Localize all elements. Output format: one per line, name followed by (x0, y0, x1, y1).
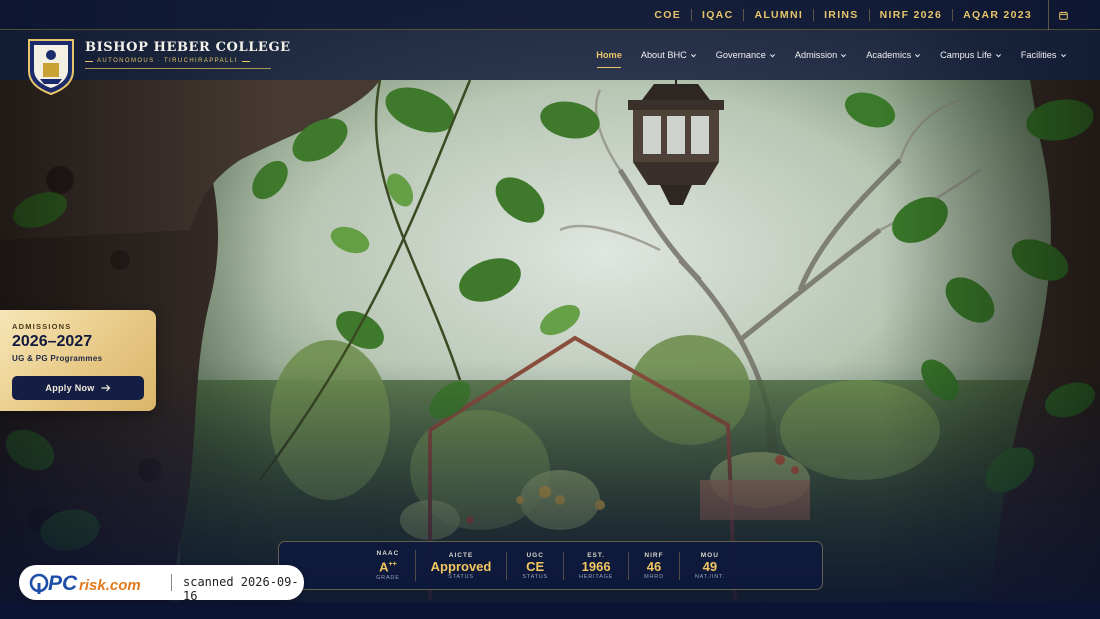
stat-sub: HERITAGE (579, 573, 614, 580)
nav-label: Admission (794, 50, 838, 60)
nav-label: Governance (715, 50, 766, 60)
utility-link-iqac[interactable]: IQAC (692, 9, 745, 21)
stat-label: NIRF (644, 551, 664, 559)
admissions-year: 2026–2027 (12, 333, 93, 350)
college-crest[interactable] (26, 37, 76, 95)
svg-text:risk.com: risk.com (79, 577, 141, 594)
utility-link-alumni[interactable]: ALUMNI (744, 9, 815, 21)
nav-item-campus-life[interactable]: Campus Life (931, 30, 1012, 80)
chevron-down-icon (841, 53, 847, 57)
utility-link-nirf[interactable]: NIRF 2026 (870, 9, 954, 21)
stat-label: NAAC (376, 550, 400, 558)
nav-item-home[interactable]: Home (587, 30, 632, 80)
pcrisk-watermark: PC risk.com scanned 2026-09-16 (19, 565, 304, 603)
pcrisk-logo: PC risk.com (29, 572, 141, 595)
stat-sub: NAT./INT. (694, 573, 725, 580)
stat-value: Approved (430, 558, 492, 574)
apply-now-button[interactable]: Apply Now (12, 376, 144, 400)
main-navbar: Bishop Heber College AUTONOMOUS · TIRUCH… (0, 30, 1100, 95)
stat-label: EST. (587, 551, 605, 559)
nav-label: Facilities (1020, 50, 1057, 60)
stat-value: 46 (646, 558, 662, 574)
stat-label: MOU (700, 551, 719, 559)
nav-label: Home (596, 50, 622, 60)
nav-label: Campus Life (940, 50, 992, 60)
college-subtitle: AUTONOMOUS · TIRUCHIRAPPALLI (85, 58, 271, 69)
utility-bar: COE IQAC ALUMNI IRINS NIRF 2026 AQAR 202… (0, 0, 1100, 30)
stat-mou: MOU 49 NAT./INT. (680, 552, 740, 580)
svg-text:PC: PC (48, 572, 78, 595)
subtitle-text: AUTONOMOUS · TIRUCHIRAPPALLI (97, 58, 238, 64)
watermark-separator (171, 574, 172, 591)
nav-item-facilities[interactable]: Facilities (1011, 30, 1076, 80)
apply-now-label: Apply Now (45, 383, 95, 393)
chevron-down-icon (1060, 53, 1066, 57)
stat-naac: NAAC A++ GRADE (361, 550, 416, 581)
stat-label: AICTE (448, 551, 474, 559)
stat-sub: GRADE (376, 574, 400, 581)
admissions-card: ADMISSIONS 2026–2027 UG & PG Programmes … (0, 310, 156, 411)
utility-links: COE IQAC ALUMNI IRINS NIRF 2026 AQAR 202… (644, 0, 1078, 30)
nav-item-admission[interactable]: Admission (785, 30, 856, 80)
nav-item-academics[interactable]: Academics (857, 30, 931, 80)
stat-value-sup: ++ (388, 561, 397, 569)
subtitle-dash-right (241, 60, 250, 62)
stat-established: EST. 1966 HERITAGE (564, 551, 630, 580)
stat-sub: STATUS (522, 573, 549, 580)
nav-item-governance[interactable]: Governance (706, 30, 785, 80)
stat-sub: MHRD (644, 573, 664, 580)
admissions-label: ADMISSIONS (12, 322, 72, 331)
stat-nirf: NIRF 46 MHRD (629, 551, 680, 580)
utility-link-aqar[interactable]: AQAR 2023 (953, 9, 1042, 21)
stat-sub: STATUS (448, 573, 474, 580)
footer-strip (0, 602, 1100, 619)
chevron-down-icon (915, 53, 921, 57)
stat-value: 1966 (581, 558, 611, 574)
arrow-right-icon (101, 384, 110, 392)
nav-label: About BHC (640, 50, 687, 60)
primary-nav: Home About BHC Governance Admission Acad… (587, 30, 1076, 80)
utility-link-irins[interactable]: IRINS (814, 9, 870, 21)
admissions-programmes: UG & PG Programmes (12, 354, 103, 363)
stat-value: 49 (702, 558, 718, 574)
brand[interactable]: Bishop Heber College AUTONOMOUS · TIRUCH… (85, 40, 291, 69)
stat-value: CE (526, 558, 545, 574)
stat-label: UGC (526, 551, 544, 559)
college-name: Bishop Heber College (85, 40, 291, 55)
stats-bar: NAAC A++ GRADE AICTE Approved STATUS UGC… (278, 541, 823, 590)
nav-item-about[interactable]: About BHC (631, 30, 706, 80)
calendar-icon[interactable] (1048, 0, 1078, 30)
nav-label: Academics (866, 50, 912, 60)
chevron-down-icon (995, 53, 1001, 57)
hero-section (0, 0, 1100, 602)
stat-ugc: UGC CE STATUS (507, 551, 565, 580)
chevron-down-icon (769, 53, 775, 57)
stat-aicte: AICTE Approved STATUS (416, 551, 508, 580)
watermark-text: scanned 2026-09-16 (183, 575, 299, 603)
hero-garden-image (0, 0, 1100, 602)
chevron-down-icon (690, 53, 696, 57)
utility-link-coe[interactable]: COE (644, 9, 692, 21)
subtitle-dash-left (85, 60, 93, 62)
stat-value: A++ (379, 557, 397, 575)
